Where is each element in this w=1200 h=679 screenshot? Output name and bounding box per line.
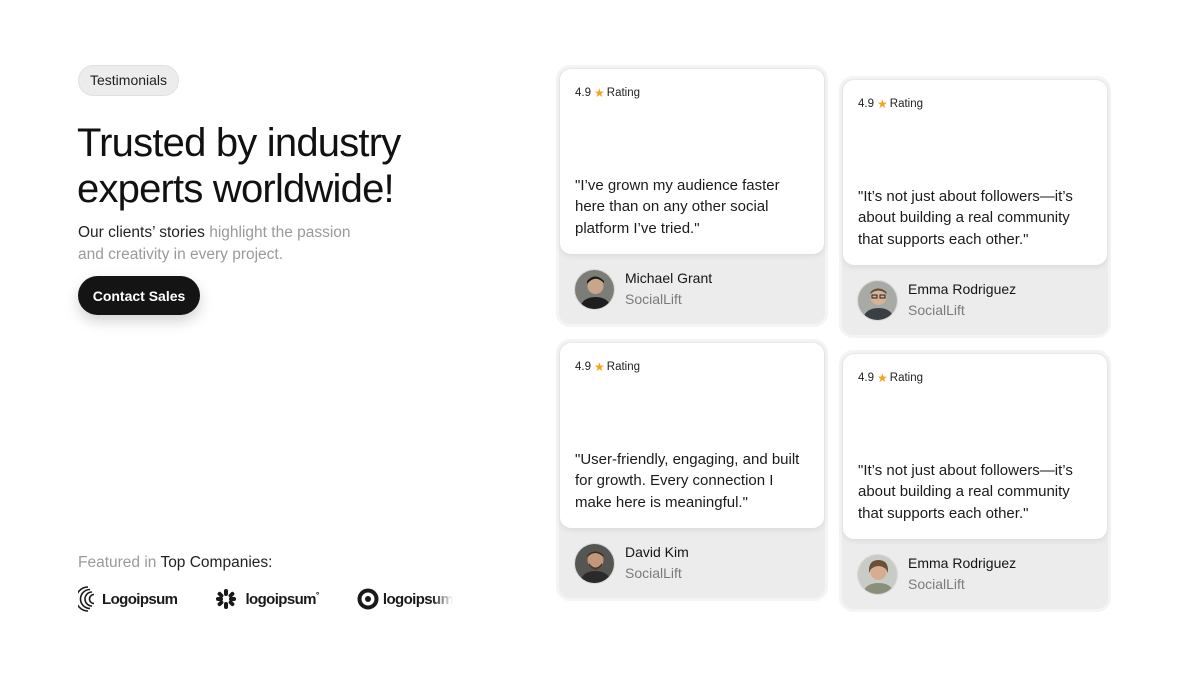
rating: 4.9 ★ Rating xyxy=(575,360,640,374)
testimonial-author: Emma Rodriguez SocialLift xyxy=(857,553,1016,595)
author-company: SocialLift xyxy=(625,565,682,581)
testimonial-author: Emma Rodriguez SocialLift xyxy=(857,279,1016,321)
company-logo-2-name: logoipsum° xyxy=(245,590,319,608)
rating-value: 4.9 xyxy=(858,372,874,384)
testimonials-section: Testimonials Trusted by industry experts… xyxy=(0,0,1200,679)
author-name: David Kim xyxy=(625,544,689,560)
page-title: Trusted by industry experts worldwide! xyxy=(77,121,401,211)
testimonial-quote-box: 4.9 ★ Rating "User-friendly, engaging, a… xyxy=(560,343,824,528)
star-icon: ★ xyxy=(877,97,888,111)
rating: 4.9 ★ Rating xyxy=(575,86,640,100)
ring-icon xyxy=(357,588,379,610)
avatar xyxy=(574,268,615,310)
avatar xyxy=(857,279,898,321)
company-logos: Logoipsum logoipsum° logoipsum xyxy=(78,584,468,614)
avatar xyxy=(574,542,615,584)
testimonial-quote: "It’s not just about followers—it’s abou… xyxy=(858,461,1073,522)
rating: 4.9 ★ Rating xyxy=(858,97,923,111)
author-company: SocialLift xyxy=(625,291,682,307)
section-badge: Testimonials xyxy=(78,65,180,96)
rating-label: Rating xyxy=(606,361,641,373)
testimonial-quote-box: 4.9 ★ Rating "I’ve grown my audience fas… xyxy=(560,69,824,254)
testimonial-card: 4.9 ★ Rating "It’s not just about follow… xyxy=(839,350,1111,612)
company-logo-3: logoipsum xyxy=(357,588,454,610)
testimonial-quote-box: 4.9 ★ Rating "It’s not just about follow… xyxy=(843,80,1107,265)
testimonial-card: 4.9 ★ Rating "I’ve grown my audience fas… xyxy=(556,65,828,327)
company-logo-1-name: Logoipsum xyxy=(102,590,178,608)
featured-dark-text: Top Companies: xyxy=(160,554,273,571)
author-company: SocialLift xyxy=(908,576,965,592)
author-name: Michael Grant xyxy=(625,270,713,286)
testimonial-author: David Kim SocialLift xyxy=(574,542,689,584)
author-name: Emma Rodriguez xyxy=(908,281,1017,297)
rating-label: Rating xyxy=(889,98,924,110)
rating-label: Rating xyxy=(606,87,641,99)
concentric-arcs-icon xyxy=(78,586,95,612)
section-description: Our clients’ stories highlight the passi… xyxy=(78,222,378,265)
rating-value: 4.9 xyxy=(575,361,591,373)
testimonial-card: 4.9 ★ Rating "User-friendly, engaging, a… xyxy=(556,339,828,601)
testimonial-quote: "User-friendly, engaging, and built for … xyxy=(575,450,800,511)
testimonial-card: 4.9 ★ Rating "It’s not just about follow… xyxy=(839,76,1111,338)
rating-label: Rating xyxy=(889,372,924,384)
rating-value: 4.9 xyxy=(575,87,591,99)
testimonial-quote-box: 4.9 ★ Rating "It’s not just about follow… xyxy=(843,354,1107,539)
company-logo-1: Logoipsum xyxy=(78,586,178,612)
description-dark-text: Our clients’ stories xyxy=(78,224,210,241)
testimonial-quote: "It’s not just about followers—it’s abou… xyxy=(858,187,1073,248)
star-icon: ★ xyxy=(594,86,605,100)
featured-muted-text: Featured in xyxy=(78,554,161,571)
testimonial-author: Michael Grant SocialLift xyxy=(574,268,712,310)
avatar xyxy=(857,553,898,595)
rating-value: 4.9 xyxy=(858,98,874,110)
contact-sales-button[interactable]: Contact Sales xyxy=(78,276,200,315)
rating: 4.9 ★ Rating xyxy=(858,371,923,385)
company-logo-3-name: logoipsum xyxy=(382,590,454,608)
author-company: SocialLift xyxy=(908,302,965,318)
star-icon: ★ xyxy=(877,371,888,385)
featured-label: Featured in Top Companies: xyxy=(78,554,272,572)
company-logo-2: logoipsum° xyxy=(215,588,319,610)
testimonial-quote: "I’ve grown my audience faster here than… xyxy=(575,176,780,237)
star-icon: ★ xyxy=(594,360,605,374)
author-name: Emma Rodriguez xyxy=(908,555,1017,571)
starburst-icon xyxy=(216,589,237,609)
